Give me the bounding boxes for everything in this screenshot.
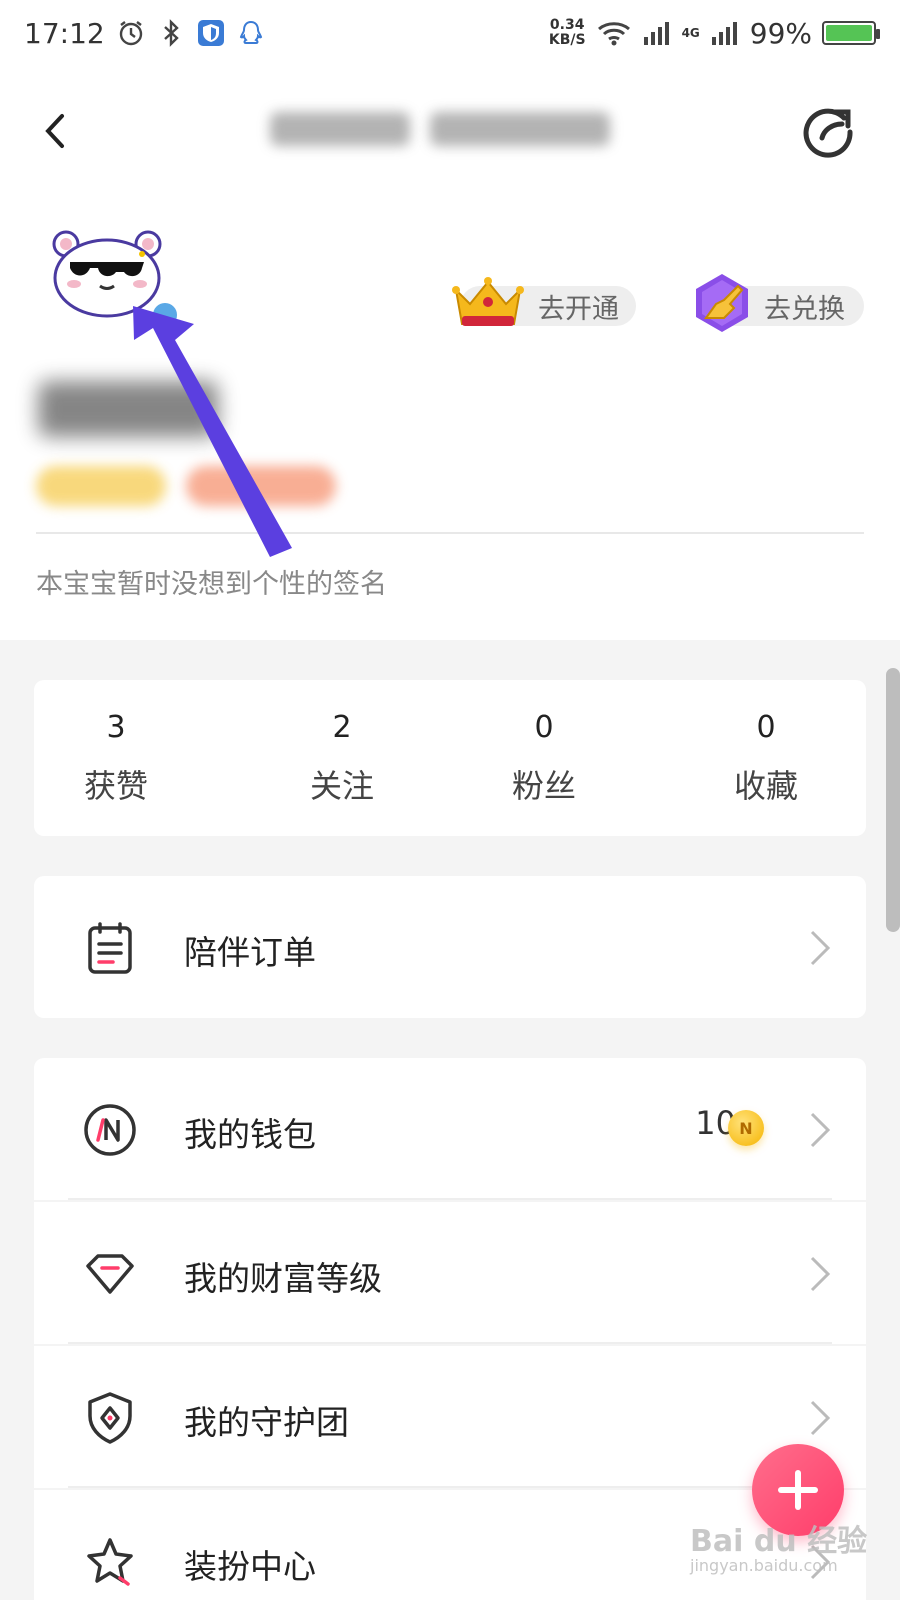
avatar[interactable] <box>50 226 164 320</box>
menu-item-wealth-label: 我的财富等级 <box>184 1259 382 1298</box>
stats-card: 3 获赞 2 关注 0 粉丝 0 收藏 <box>34 680 866 836</box>
shield-app-icon <box>197 20 224 46</box>
order-list-icon <box>88 922 132 974</box>
menu-item-dress-label: 装扮中心 <box>184 1547 316 1586</box>
star-icon <box>87 1538 133 1586</box>
divider <box>36 532 864 534</box>
share-icon[interactable] <box>800 102 856 158</box>
nickname-blurred <box>38 381 218 437</box>
menu-item-wealth-level[interactable]: 我的财富等级 <box>34 1202 866 1344</box>
menu-item-orders-label: 陪伴订单 <box>184 933 316 972</box>
network-speed-value: 0.34 <box>549 17 585 33</box>
alarm-icon <box>119 21 142 46</box>
user-id-label-blur <box>270 112 410 146</box>
signal-icon-2 <box>711 22 737 45</box>
stat-likes-value: 3 <box>106 710 126 745</box>
watermark-brand: Bai du 经验 <box>690 1524 868 1559</box>
user-id-value-blur <box>430 112 610 146</box>
exchange-hand-icon <box>696 274 748 332</box>
menu-item-wallet[interactable]: 我的钱包 10 N <box>34 1058 866 1200</box>
back-icon[interactable] <box>36 106 76 156</box>
stat-fans-value: 0 <box>534 710 554 745</box>
row-separator <box>68 1342 832 1344</box>
row-separator <box>68 1198 832 1200</box>
network-speed: 0.34 KB/S <box>549 18 586 48</box>
network-type: 4G <box>681 26 700 40</box>
menu-item-orders[interactable]: 陪伴订单 <box>34 876 866 1018</box>
signature-text[interactable]: 本宝宝暂时没想到个性的签名 <box>36 562 387 601</box>
stat-favorites-label: 收藏 <box>733 767 798 805</box>
stat-favorites[interactable]: 0 收藏 <box>686 710 846 807</box>
chevron-right-icon <box>810 930 831 966</box>
bluetooth-icon <box>163 19 179 47</box>
row-separator <box>68 1486 832 1488</box>
status-bar: 17:12 0.34 KB/S 4G 99% <box>0 0 900 66</box>
badge-tag-blurred <box>186 466 336 506</box>
stat-fans[interactable]: 0 粉丝 <box>464 710 624 807</box>
chevron-right-icon <box>810 1256 831 1292</box>
scrollbar[interactable] <box>886 668 900 932</box>
diamond-icon <box>86 1254 134 1294</box>
exchange-label: 去兑换 <box>764 293 845 325</box>
signal-icon <box>643 22 669 45</box>
battery-percent: 99% <box>749 16 812 50</box>
qq-icon <box>239 20 262 44</box>
top-nav <box>0 66 900 196</box>
coin-icon: N <box>728 1110 764 1146</box>
level-tag-blurred <box>36 466 166 506</box>
status-time: 17:12 <box>24 16 105 50</box>
profile-header: 去开通 去兑换 本宝宝暂时没想到个性的签名 <box>0 66 900 640</box>
stat-following[interactable]: 2 关注 <box>262 710 422 807</box>
menu-item-guard-label: 我的守护团 <box>184 1403 349 1442</box>
exchange-button[interactable]: 去兑换 <box>696 274 864 332</box>
vip-button[interactable]: 去开通 <box>452 277 636 326</box>
stat-fans-label: 粉丝 <box>511 767 576 805</box>
stat-following-label: 关注 <box>309 767 374 805</box>
wifi-icon <box>597 22 630 46</box>
network-speed-unit: KB/S <box>548 32 586 48</box>
watermark-url: jingyan.baidu.com <box>690 1556 838 1575</box>
stat-following-value: 2 <box>332 710 352 745</box>
stat-likes-label: 获赞 <box>83 767 148 805</box>
shield-icon <box>88 1392 132 1444</box>
wallet-n-icon <box>84 1104 136 1156</box>
battery-fill <box>826 25 872 41</box>
stat-likes[interactable]: 3 获赞 <box>36 710 196 807</box>
menu-item-guard[interactable]: 我的守护团 <box>34 1346 866 1488</box>
user-id-blurred <box>270 106 630 152</box>
crown-icon <box>452 277 524 326</box>
vip-label: 去开通 <box>538 293 619 325</box>
stat-favorites-value: 0 <box>756 710 776 745</box>
battery-icon <box>822 21 880 45</box>
menu-item-wallet-label: 我的钱包 <box>184 1115 316 1154</box>
chevron-right-icon <box>810 1112 831 1148</box>
chevron-right-icon <box>810 1400 831 1436</box>
avatar-badge <box>150 300 180 330</box>
